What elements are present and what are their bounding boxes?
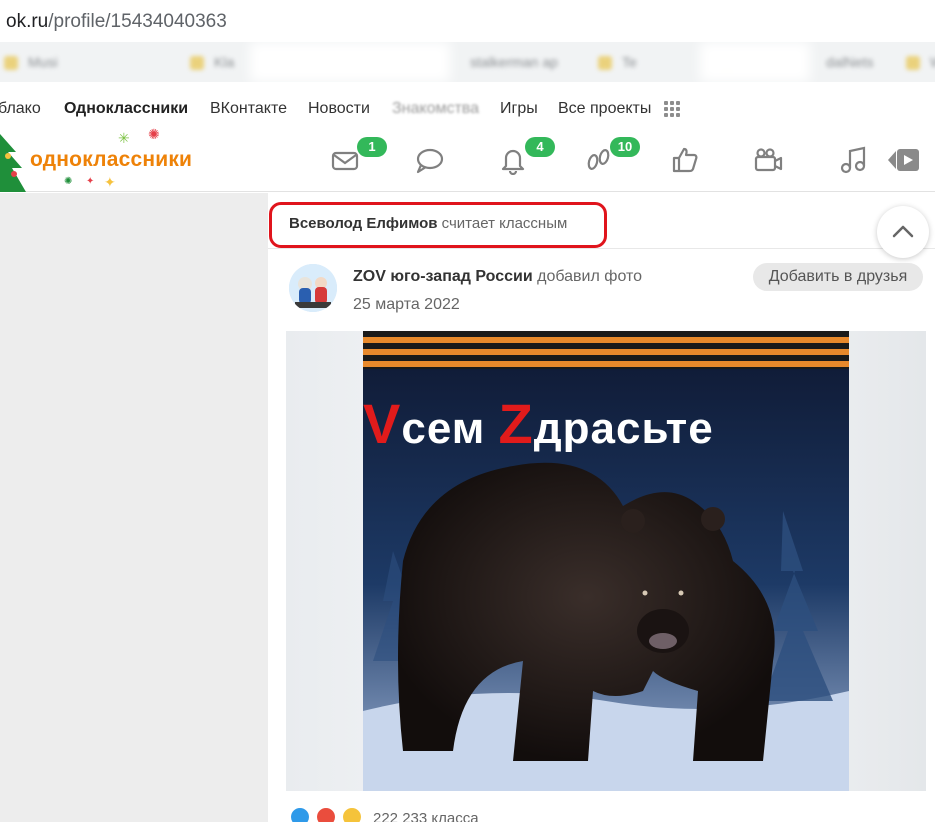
chevron-up-icon (892, 225, 914, 238)
scroll-up-button[interactable] (877, 206, 929, 258)
guests-badge: 10 (610, 137, 640, 157)
redaction-blur (700, 42, 810, 82)
post-photo[interactable]: Vсем Zдрасьте (363, 331, 849, 791)
projects-bar: блако Одноклассники ВКонтакте Новости Зн… (0, 82, 935, 130)
confetti-icon: ✳ (118, 130, 130, 146)
add-friend-button[interactable]: Добавить в друзья (753, 263, 923, 291)
project-link-odnoklassniki[interactable]: Одноклассники (64, 100, 188, 118)
left-sidebar (0, 193, 268, 822)
notifications-icon[interactable] (498, 145, 528, 175)
like-reaction-icon (289, 806, 311, 822)
bookmark-item[interactable]: Kla (190, 54, 234, 71)
bookmark-icon (190, 56, 204, 71)
ok-logo[interactable]: одноклассники (30, 148, 192, 172)
post-action: добавил фото (537, 268, 643, 285)
project-link-news[interactable]: Новости (308, 100, 370, 118)
bookmark-item[interactable]: Musi (4, 54, 58, 71)
url-path: /profile/15434040363 (48, 11, 227, 32)
messages-icon[interactable] (330, 145, 360, 175)
bookmark-icon (906, 56, 920, 71)
photo-caption: Vсем Zдрасьте (363, 392, 714, 455)
url-host: ok.ru (6, 11, 49, 32)
likes-icon[interactable] (670, 145, 700, 175)
bookmark-item[interactable]: W (906, 54, 935, 71)
author-avatar[interactable] (289, 264, 337, 312)
red-highlight-annotation (269, 202, 607, 248)
st-george-ribbon (363, 331, 849, 369)
redaction-blur (250, 42, 450, 82)
logo-tree-icon (0, 134, 26, 192)
bookmark-item[interactable]: Te (598, 54, 637, 71)
bookmark-icon (598, 56, 612, 71)
confetti-icon: ✦ (86, 176, 95, 187)
project-link-dating[interactable]: Знакомства (392, 100, 479, 118)
music-icon[interactable] (838, 145, 868, 175)
bookmark-item[interactable]: dalNets (826, 54, 873, 70)
project-link-all[interactable]: Все проекты (558, 100, 651, 118)
smile-reaction-icon (341, 806, 363, 822)
notifications-badge: 4 (525, 137, 555, 157)
bookmark-icon (4, 56, 18, 71)
reactions-count[interactable]: 222 233 класса (373, 810, 479, 822)
post-author-line: ZOV юго-запад России добавил фото (353, 268, 642, 286)
address-bar[interactable]: ok.ru/profile/15434040363 (0, 0, 935, 42)
bookmarks-bar: Musi Kla stalkerman ap Te Ma dalNets W (0, 42, 935, 82)
url-text[interactable]: ok.ru/profile/15434040363 (6, 11, 227, 33)
project-link-oblako[interactable]: блако (0, 100, 41, 118)
confetti-icon: ✦ (104, 174, 116, 190)
messages-badge: 1 (357, 137, 387, 157)
post-author[interactable]: ZOV юго-запад России (353, 268, 533, 285)
ok-header: ✳ ✺ ✦ ✺ ✦ одноклассники 1 4 10 (0, 126, 935, 192)
apps-grid-icon[interactable] (664, 101, 680, 117)
discussions-icon[interactable] (414, 145, 444, 175)
video-icon[interactable] (753, 145, 783, 175)
project-link-vkontakte[interactable]: ВКонтакте (210, 100, 287, 118)
divider (268, 248, 935, 249)
bookmark-item[interactable]: stalkerman ap (470, 54, 558, 70)
project-link-games[interactable]: Игры (500, 100, 538, 118)
post-date[interactable]: 25 марта 2022 (353, 296, 460, 314)
video-play-icon[interactable] (888, 145, 920, 175)
confetti-icon: ✺ (64, 176, 73, 187)
confetti-icon: ✺ (148, 126, 160, 142)
heart-reaction-icon (315, 806, 337, 822)
